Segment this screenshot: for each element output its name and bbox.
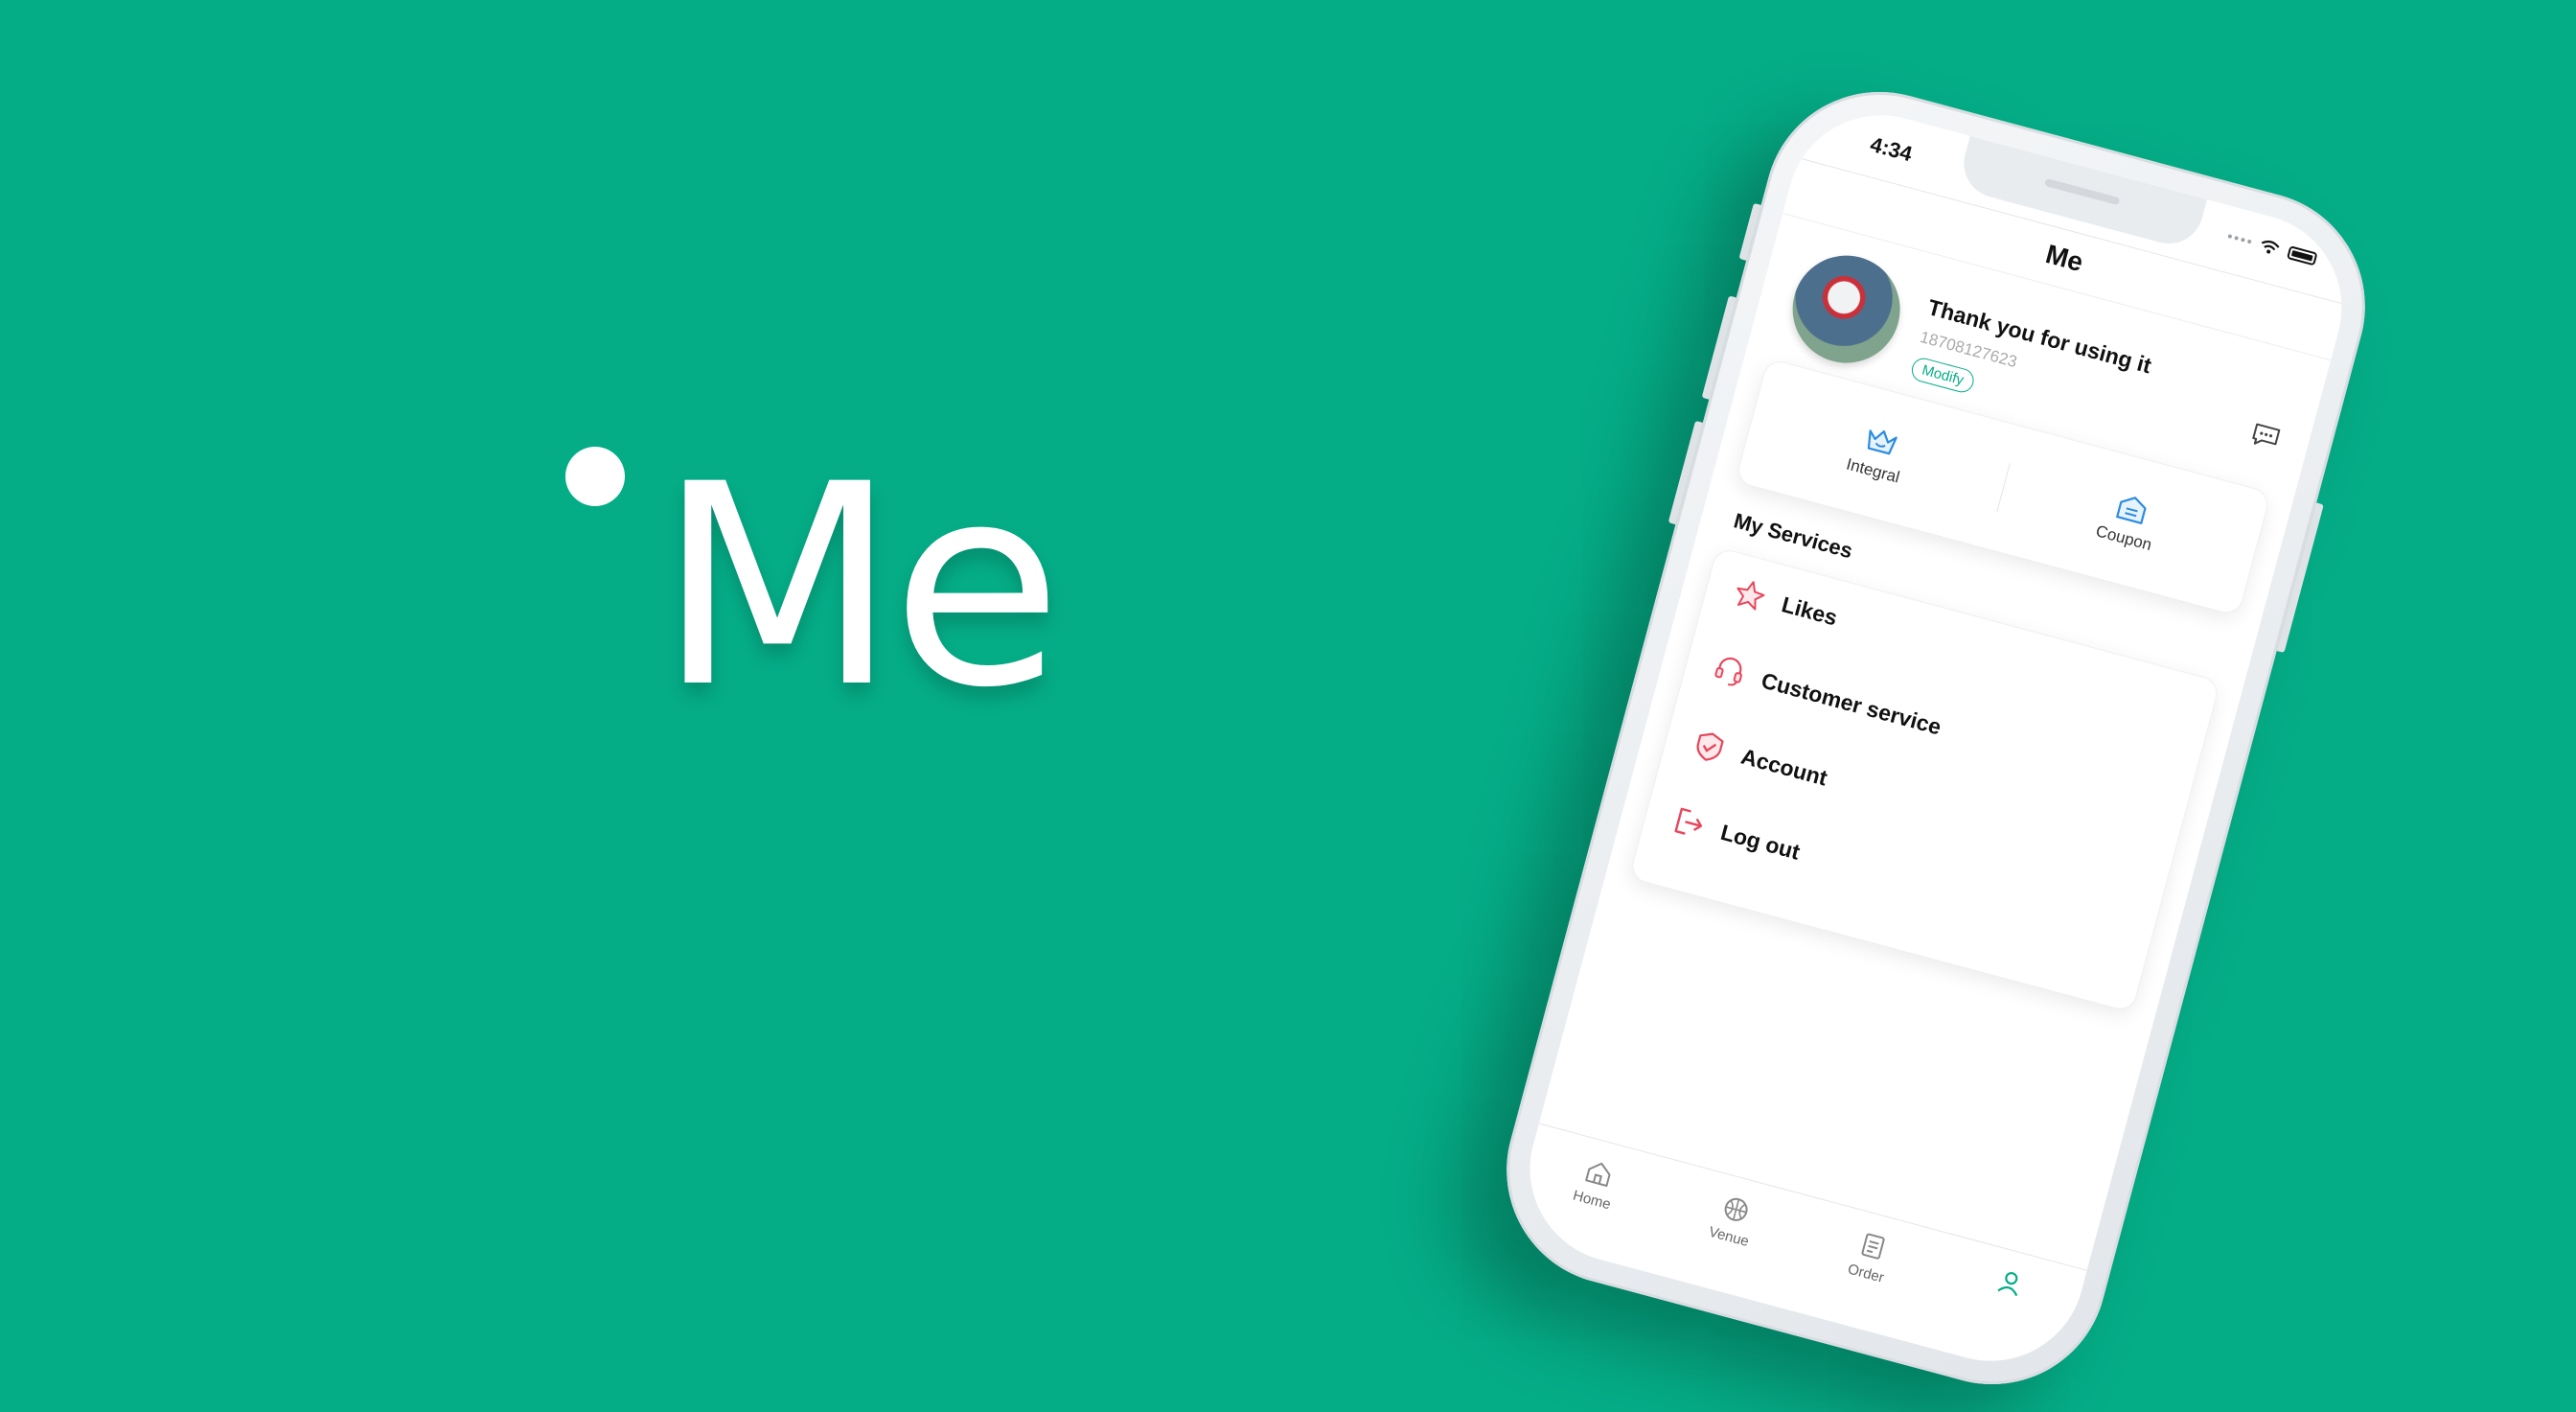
volume-down-button bbox=[1668, 420, 1703, 525]
service-customer-service[interactable]: Customer service bbox=[1710, 651, 1944, 743]
signal-icon bbox=[2227, 234, 2252, 244]
modify-button[interactable]: Modify bbox=[1909, 355, 1977, 396]
logout-icon bbox=[1674, 807, 1703, 835]
coupon-item[interactable]: Coupon bbox=[1987, 426, 2270, 615]
shield-icon bbox=[1696, 732, 1724, 761]
status-time: 4:34 bbox=[1867, 131, 1915, 167]
hero-dot bbox=[565, 447, 625, 506]
tab-bar: Home Venue Order bbox=[1508, 1123, 2087, 1382]
service-likes[interactable]: Likes bbox=[1730, 575, 1841, 635]
message-icon[interactable] bbox=[2248, 421, 2283, 452]
service-logout-label: Log out bbox=[1717, 819, 1804, 865]
user-icon bbox=[1997, 1272, 2018, 1297]
coupon-icon bbox=[2115, 497, 2147, 524]
phone-screen: 4:34 Me Thank you for using it 187081276… bbox=[1508, 94, 2363, 1382]
tab-home[interactable]: Home bbox=[1521, 1141, 1671, 1226]
speaker bbox=[2044, 177, 2121, 206]
battery-icon bbox=[2286, 245, 2318, 266]
star-icon bbox=[1736, 581, 1765, 611]
service-account[interactable]: Account bbox=[1690, 727, 1831, 794]
crown-icon bbox=[1867, 429, 1898, 455]
basketball-icon bbox=[1724, 1197, 1748, 1221]
tab-venue-label: Venue bbox=[1707, 1223, 1751, 1251]
hero-title: Me bbox=[657, 426, 1063, 749]
mute-switch bbox=[1738, 202, 1761, 261]
service-likes-label: Likes bbox=[1779, 590, 1841, 631]
order-icon bbox=[1861, 1233, 1885, 1260]
service-customer-service-label: Customer service bbox=[1759, 666, 1944, 740]
services-card: Likes Customer service Account Log out bbox=[1628, 546, 2221, 1013]
headset-icon bbox=[1714, 657, 1742, 686]
service-logout[interactable]: Log out bbox=[1669, 803, 1804, 868]
phone-mockup: 4:34 Me Thank you for using it 187081276… bbox=[1481, 65, 2391, 1411]
wifi-icon bbox=[2261, 240, 2280, 254]
tab-me[interactable] bbox=[1937, 1251, 2082, 1321]
tab-order[interactable]: Order bbox=[1795, 1214, 1945, 1299]
volume-up-button bbox=[1701, 295, 1736, 400]
status-icons bbox=[2226, 229, 2318, 266]
avatar[interactable] bbox=[1781, 243, 1913, 376]
home-icon bbox=[1585, 1162, 1611, 1187]
tab-home-label: Home bbox=[1571, 1187, 1613, 1214]
coupon-label: Coupon bbox=[2094, 521, 2154, 555]
service-account-label: Account bbox=[1738, 743, 1830, 791]
tab-order-label: Order bbox=[1846, 1261, 1886, 1286]
